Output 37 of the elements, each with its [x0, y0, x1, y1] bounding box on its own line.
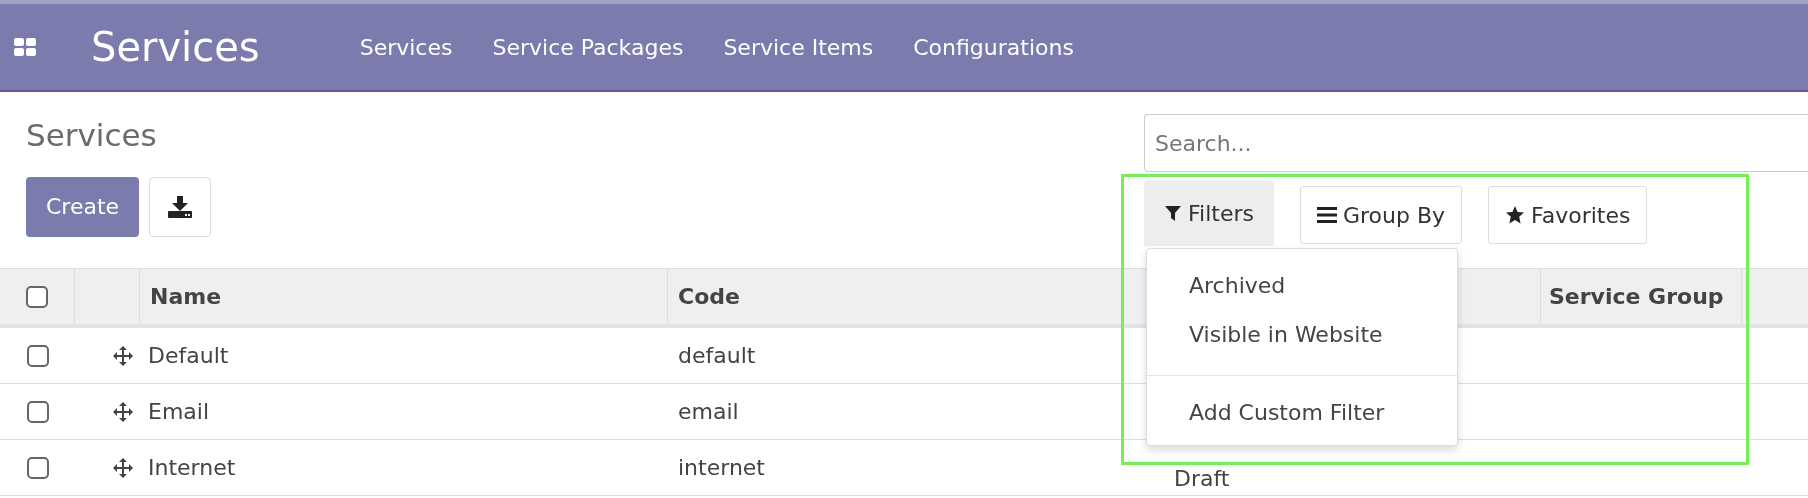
table-cell: Internet	[148, 455, 236, 480]
search-option-button[interactable]: Group By	[1299, 186, 1463, 244]
star-icon	[1505, 205, 1526, 225]
search-field[interactable]: Search...	[1144, 114, 1808, 172]
table-cell: Email	[148, 399, 210, 424]
download-button[interactable]	[149, 176, 212, 237]
checkbox[interactable]	[26, 285, 48, 308]
app-title: Services	[91, 23, 260, 72]
move-handle-icon[interactable]	[112, 344, 134, 367]
nav-menu-item[interactable]: Service Items	[723, 30, 874, 64]
move-handle-icon[interactable]	[112, 456, 134, 479]
filter-menu-item[interactable]: Visible in Website	[1147, 310, 1457, 359]
nav-menu-item[interactable]: Configurations	[913, 30, 1074, 64]
table-cell: default	[678, 343, 756, 368]
menu-icon	[1316, 207, 1337, 223]
table-cell: email	[678, 399, 739, 424]
table-cell: internet	[678, 455, 765, 480]
create-button[interactable]: Create	[26, 176, 140, 237]
checkbox[interactable]	[26, 344, 49, 367]
breadcrumb: Services	[26, 116, 158, 155]
table-cell: Draft	[1174, 466, 1230, 491]
nav-menu-item[interactable]: Service Packages	[492, 30, 684, 64]
funnel-icon	[1164, 204, 1182, 222]
nav-menu-item[interactable]: Services	[359, 30, 453, 64]
filter-menu-item[interactable]: Archived	[1147, 261, 1457, 310]
column-header[interactable]: Service Group	[1549, 280, 1724, 313]
column-header[interactable]: Name	[150, 280, 222, 313]
checkbox[interactable]	[26, 456, 49, 479]
move-handle-icon[interactable]	[112, 400, 134, 423]
table-cell: Default	[148, 343, 229, 368]
checkbox[interactable]	[26, 400, 49, 423]
search-option-button[interactable]: Favorites	[1488, 186, 1648, 244]
add-custom-filter-item[interactable]: Add Custom Filter	[1147, 392, 1457, 433]
search-option-button[interactable]: Filters	[1144, 180, 1274, 246]
download-icon	[168, 195, 193, 218]
apps-grid-icon[interactable]	[14, 38, 36, 56]
column-header[interactable]: Code	[678, 280, 740, 313]
